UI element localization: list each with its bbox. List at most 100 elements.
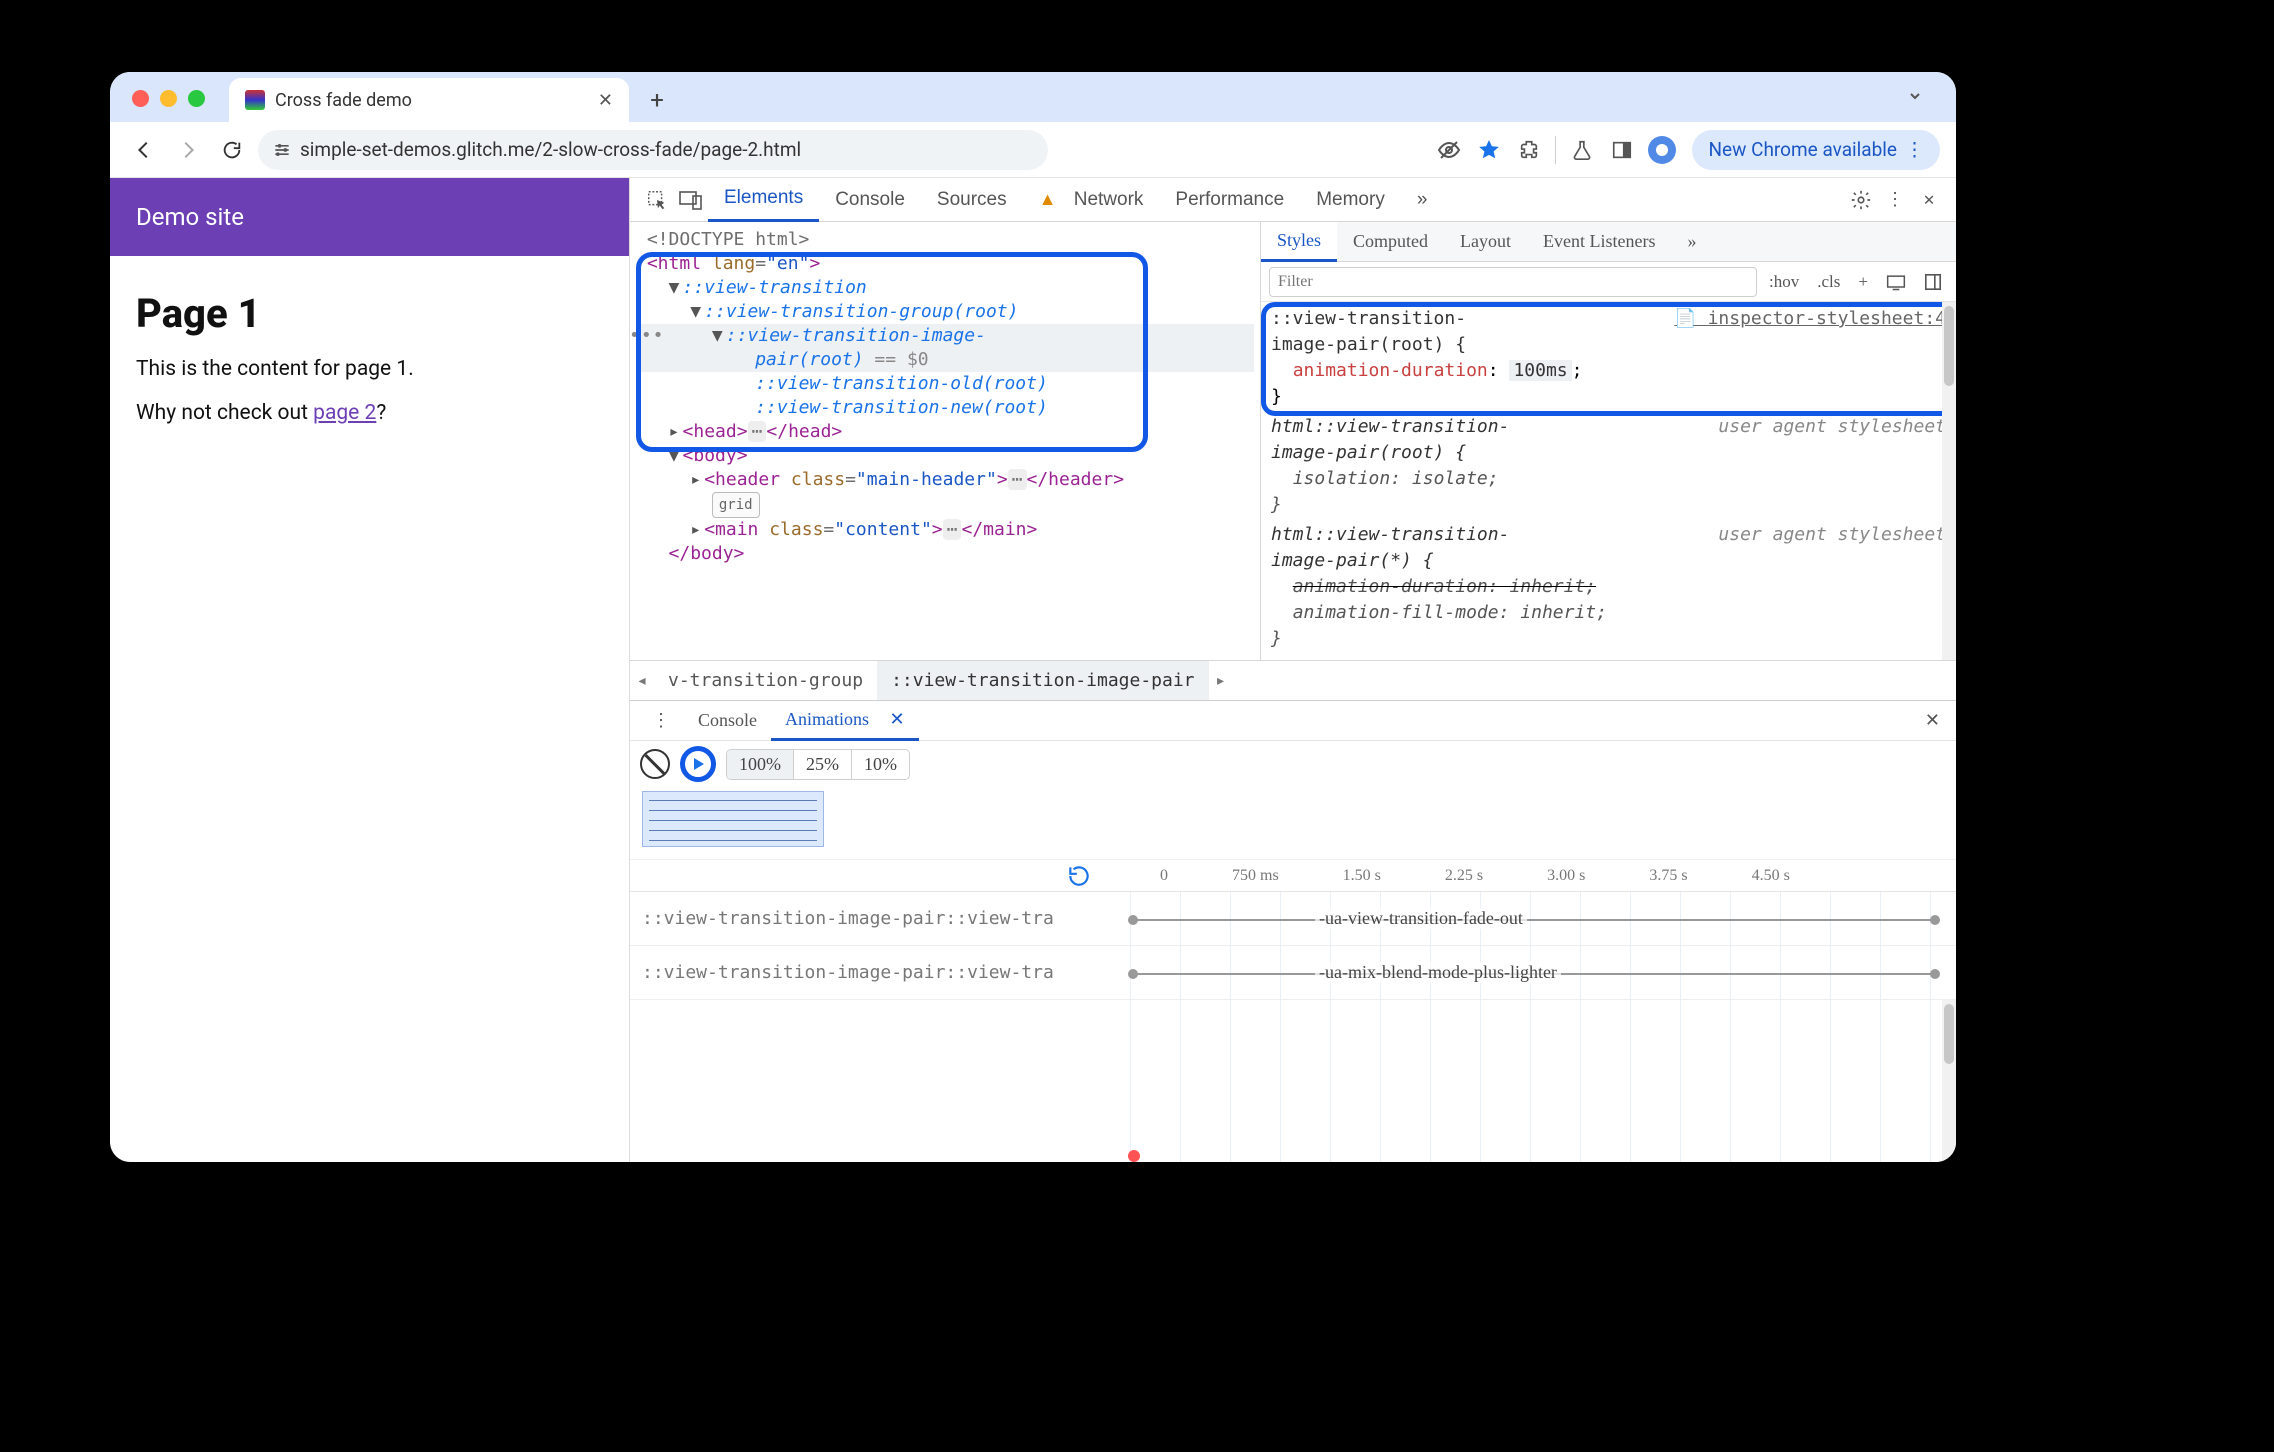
drawer-tab-animations[interactable]: Animations ✕ [771,701,919,741]
playhead-icon[interactable] [1128,1150,1140,1162]
animation-track[interactable]: ::view-transition-image-pair::view-tra -… [630,946,1956,1000]
page-heading: Page 1 [136,290,603,337]
browser-window: Cross fade demo ✕ + simple-set-demos.gli… [110,72,1956,1162]
styles-tabs-overflow[interactable]: » [1671,222,1712,262]
elements-styles-row: <!DOCTYPE html> <html lang="en"> ▼::view… [630,222,1956,660]
site-settings-icon[interactable] [272,140,292,160]
inspect-icon[interactable] [640,183,674,217]
styles-pane: Styles Computed Layout Event Listeners »… [1260,222,1956,660]
extensions-icon[interactable] [1511,132,1547,168]
tab-sources[interactable]: Sources [921,178,1023,222]
settings-gear-icon[interactable] [1844,183,1878,217]
rewind-icon[interactable] [1066,863,1092,889]
url-text: simple-set-demos.glitch.me/2-slow-cross-… [300,138,801,161]
close-tab-icon[interactable]: ✕ [598,90,613,111]
update-label: New Chrome available [1708,138,1897,161]
window-dropdown-button[interactable] [1894,80,1936,112]
scrollbar[interactable] [1942,302,1956,660]
toolbar-right: New Chrome available ⋮ [1431,130,1940,170]
tab-console[interactable]: Console [819,178,921,222]
speed-25[interactable]: 25% [794,750,852,779]
tab-event-listeners[interactable]: Event Listeners [1527,222,1671,262]
back-button[interactable] [126,132,162,168]
kebab-icon[interactable]: ⋮ [638,701,684,741]
tab-elements[interactable]: Elements [708,178,819,222]
tab-title: Cross fade demo [275,90,412,111]
kebab-menu-icon[interactable]: ⋮ [1878,183,1912,217]
tabs-overflow[interactable]: » [1401,178,1444,222]
chrome-update-pill[interactable]: New Chrome available ⋮ [1692,130,1940,170]
breadcrumb-item[interactable]: ::view-transition-image-pair [877,661,1208,700]
rule-source[interactable]: 📄 inspector-stylesheet:4 [1674,306,1946,332]
minimize-window-icon[interactable] [160,90,177,107]
pseudo-view-transition[interactable]: ::view-transition [683,277,867,298]
speed-toggle: 100% 25% 10% [726,749,910,780]
editable-value[interactable]: 100ms [1509,360,1571,381]
mac-traffic-lights [132,90,205,107]
kebab-icon: ⋮ [1905,138,1924,161]
warning-icon: ▲ [1039,189,1057,210]
breadcrumb-item[interactable]: v-transition-group [654,661,877,700]
animations-controls: 100% 25% 10% [630,741,1956,787]
styles-filter-input[interactable] [1269,267,1757,297]
content-split: Demo site Page 1 This is the content for… [110,178,1956,1162]
close-tab-icon[interactable]: ✕ [890,709,905,730]
eye-off-icon[interactable] [1431,132,1467,168]
site-title: Demo site [136,203,244,231]
page-link[interactable]: page 2 [313,401,376,425]
device-toggle-icon[interactable] [674,183,708,217]
pseudo-vt-group[interactable]: ::view-transition-group(root) [704,301,1018,322]
breadcrumb-right-arrow[interactable]: ▸ [1209,670,1233,691]
tab-styles[interactable]: Styles [1261,222,1337,262]
play-pause-button[interactable] [680,746,716,782]
forward-button[interactable] [170,132,206,168]
animation-timeline[interactable]: ::view-transition-image-pair::view-tra -… [630,891,1956,1162]
hov-toggle[interactable]: :hov [1763,272,1805,292]
flask-icon[interactable] [1564,132,1600,168]
clear-animations-button[interactable] [640,749,670,779]
new-rule-button[interactable]: + [1852,272,1874,292]
panel-icon[interactable] [1918,273,1948,291]
address-bar: simple-set-demos.glitch.me/2-slow-cross-… [110,122,1956,178]
devtools-drawer: ⋮ Console Animations ✕ ✕ 100% 25% 10% [630,700,1956,1162]
device-icon[interactable] [1880,273,1912,291]
elements-breadcrumb: ◂ v-transition-group ::view-transition-i… [630,660,1956,700]
bookmark-star-icon[interactable] [1471,132,1507,168]
animation-ruler: 0 750 ms 1.50 s 2.25 s 3.00 s 3.75 s 4.5… [630,859,1956,891]
profile-avatar[interactable] [1644,132,1680,168]
close-window-icon[interactable] [132,90,149,107]
pseudo-vt-new[interactable]: ::view-transition-new(root) [755,397,1048,418]
scrollbar[interactable] [1942,1000,1956,1162]
tab-computed[interactable]: Computed [1337,222,1444,262]
omnibox[interactable]: simple-set-demos.glitch.me/2-slow-cross-… [258,130,1048,170]
speed-10[interactable]: 10% [852,750,909,779]
pseudo-vt-old[interactable]: ::view-transition-old(root) [755,373,1048,394]
elements-tree[interactable]: <!DOCTYPE html> <html lang="en"> ▼::view… [630,222,1260,660]
page-pane: Demo site Page 1 This is the content for… [110,178,630,1162]
styles-rules[interactable]: 📄 inspector-stylesheet:4::view-transitio… [1261,302,1956,660]
favicon-icon [245,90,265,110]
reload-button[interactable] [214,132,250,168]
devtools-main-tabs: Elements Console Sources ▲ Network Perfo… [630,178,1956,222]
close-devtools-icon[interactable]: ✕ [1912,183,1946,217]
cls-toggle[interactable]: .cls [1811,272,1846,292]
site-header: Demo site [110,178,629,256]
animation-track[interactable]: ::view-transition-image-pair::view-tra -… [630,892,1956,946]
speed-100[interactable]: 100% [727,750,794,779]
tab-network[interactable]: ▲ Network [1023,178,1160,222]
drawer-tab-console[interactable]: Console [684,701,771,741]
maximize-window-icon[interactable] [188,90,205,107]
breadcrumb-left-arrow[interactable]: ◂ [630,670,654,691]
tab-strip: Cross fade demo ✕ + [110,72,1956,122]
grid-badge[interactable]: grid [712,492,760,518]
new-tab-button[interactable]: + [641,86,673,114]
tab-performance[interactable]: Performance [1159,178,1300,222]
tab-layout[interactable]: Layout [1444,222,1527,262]
close-drawer-icon[interactable]: ✕ [1917,710,1948,731]
browser-tab[interactable]: Cross fade demo ✕ [229,78,629,122]
page-body: Page 1 This is the content for page 1. W… [110,256,629,465]
tab-memory[interactable]: Memory [1300,178,1401,222]
styles-controls: :hov .cls + [1261,262,1956,302]
device-panel-icon[interactable] [1604,132,1640,168]
animation-group-thumbnail[interactable] [642,791,824,847]
